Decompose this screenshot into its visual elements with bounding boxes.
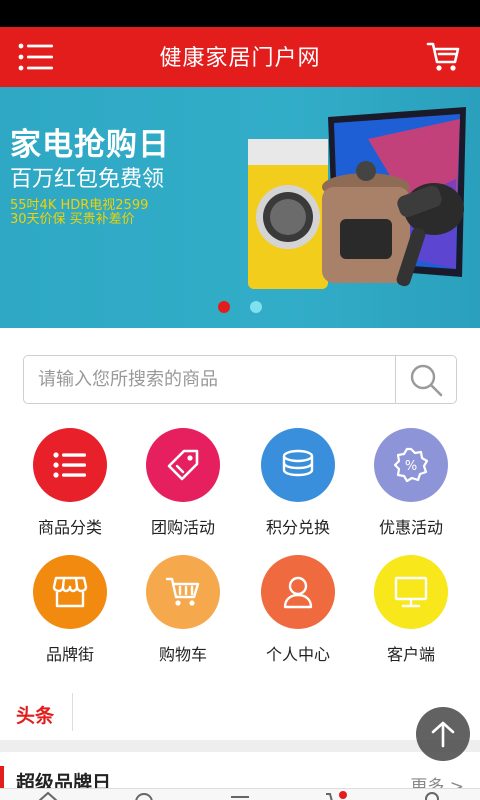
tag-icon [167,449,199,481]
category-group-buy[interactable]: 团购活动 [128,428,238,538]
list-icon [53,452,86,478]
category-label: 购物车 [158,645,207,664]
category-label: 客户端 [386,645,435,664]
store-icon [52,576,88,608]
banner-promo-line2: 30天价保 买贵补差价 [10,212,135,227]
profile-icon[interactable] [420,791,444,800]
category-label: 品牌街 [45,645,94,664]
banner-dot-inactive[interactable] [250,301,262,313]
search-box [23,355,457,404]
status-bar [0,0,480,27]
banner-product-image [248,107,466,289]
coins-icon [282,449,314,477]
compass-icon[interactable] [132,791,156,800]
section-gap [0,740,480,752]
category-discount[interactable]: % 优惠活动 [356,428,466,538]
category-circle: % [374,428,448,502]
category-circle [146,428,220,502]
cart-icon [165,577,200,606]
category-label: 团购活动 [150,518,215,537]
category-circle [261,555,335,629]
category-user-center[interactable]: 个人中心 [243,555,353,665]
monitor-icon [394,576,428,608]
banner-dot-active[interactable] [218,301,230,313]
user-icon [283,576,313,609]
app-header: 健康家居门户网 [0,27,480,87]
back-to-top-button[interactable] [416,707,470,761]
category-goods[interactable]: 商品分类 [15,428,125,538]
discount-icon: % [393,447,429,483]
category-icon[interactable] [228,791,252,800]
search-button[interactable] [395,356,456,403]
arrow-up-icon [431,721,455,748]
headlines-bar[interactable]: 头条 [0,685,480,740]
bottom-nav [0,788,480,800]
category-circle [146,555,220,629]
category-circle [261,428,335,502]
category-label: 积分兑换 [265,518,330,537]
category-brand-street[interactable]: 品牌街 [15,555,125,665]
cart-icon[interactable] [426,40,460,74]
category-label: 个人中心 [265,645,330,664]
category-points[interactable]: 积分兑换 [243,428,353,538]
banner-headline: 家电抢购日 [10,127,170,163]
cart-icon[interactable] [324,791,348,800]
search-input[interactable] [24,356,396,403]
svg-text:%: % [405,459,417,474]
category-shopping-cart[interactable]: 购物车 [128,555,238,665]
category-circle [374,555,448,629]
banner-subline: 百万红包免费领 [10,167,165,192]
category-circle [33,428,107,502]
headlines-tag: 头条 [16,705,55,727]
category-client[interactable]: 客户端 [356,555,466,665]
category-label: 商品分类 [37,518,102,537]
promo-banner[interactable]: 家电抢购日 百万红包免费领 55吋4K HDR电视2599 30天价保 买贵补差… [0,87,480,328]
headlines-divider [72,693,73,731]
home-icon[interactable] [36,791,60,800]
category-circle [33,555,107,629]
app-title: 健康家居门户网 [159,46,321,71]
category-label: 优惠活动 [378,518,443,537]
search-icon [410,364,443,396]
